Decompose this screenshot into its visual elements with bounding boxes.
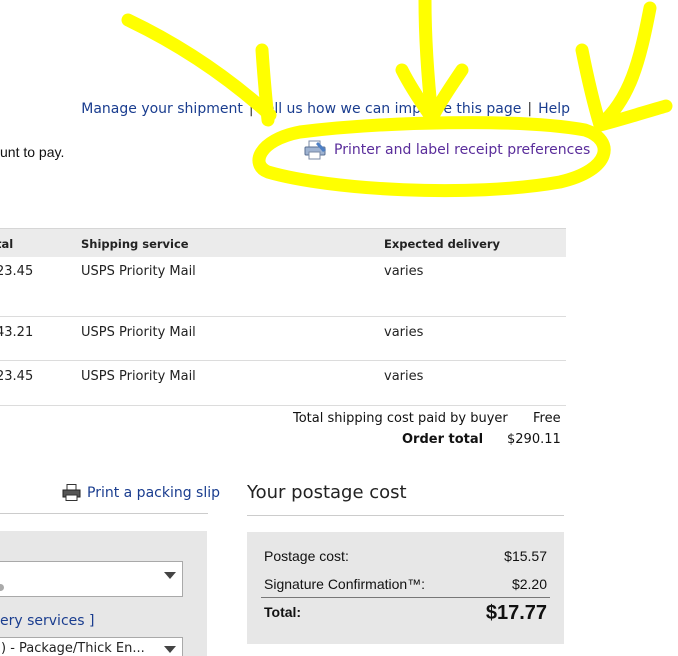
amount-to-pay-text: unt to pay. xyxy=(0,144,65,160)
total-divider xyxy=(261,597,550,598)
table-row: 23.45 USPS Priority Mail varies xyxy=(0,257,566,317)
postage-cost-title: Your postage cost xyxy=(247,482,407,503)
package-type-value: ) - Package/Thick En... xyxy=(1,641,145,656)
shipping-cost-label: Total shipping cost paid by buyer xyxy=(293,411,508,426)
row-delivery: varies xyxy=(384,325,424,340)
printer-icon xyxy=(304,140,328,160)
separator: | xyxy=(527,101,533,117)
table-row: 23.45 USPS Priority Mail varies xyxy=(0,361,566,406)
column-shipping-service: Shipping service xyxy=(81,237,189,251)
service-select[interactable] xyxy=(0,561,183,597)
row-service: USPS Priority Mail xyxy=(81,264,196,279)
postage-total-row: Total: $17.77 xyxy=(264,602,547,624)
shipments-table-header: tal Shipping service Expected delivery xyxy=(0,228,566,257)
radio-dot-icon xyxy=(0,584,4,591)
divider xyxy=(247,515,564,516)
row-service: USPS Priority Mail xyxy=(81,369,196,384)
table-row: 43.21 USPS Priority Mail varies xyxy=(0,317,566,361)
row-total: 23.45 xyxy=(0,369,34,384)
more-services-link[interactable]: ery services ] xyxy=(0,613,94,629)
order-total-label: Order total xyxy=(402,432,484,447)
postage-total-label: Total: xyxy=(264,604,302,620)
printer-icon xyxy=(62,484,82,501)
package-type-select[interactable]: ) - Package/Thick En... xyxy=(0,637,183,656)
postage-row-label: Signature Confirmation™: xyxy=(264,576,426,592)
separator: | xyxy=(248,101,254,117)
postage-cost-box: Postage cost: $15.57 Signature Confirmat… xyxy=(247,532,564,644)
row-delivery: varies xyxy=(384,264,424,279)
help-link[interactable]: Help xyxy=(538,101,570,117)
postage-row: Postage cost: $15.57 xyxy=(264,548,547,564)
print-packing-slip-label: Print a packing slip xyxy=(87,484,221,501)
row-total: 43.21 xyxy=(0,325,34,340)
row-service: USPS Priority Mail xyxy=(81,325,196,340)
postage-row-value: $15.57 xyxy=(504,548,547,564)
postage-row: Signature Confirmation™: $2.20 xyxy=(264,576,547,592)
printer-preferences-link[interactable]: Printer and label receipt preferences xyxy=(304,140,590,160)
order-total-value: $290.11 xyxy=(507,432,561,447)
chevron-down-icon xyxy=(164,646,176,653)
printer-preferences-label: Printer and label receipt preferences xyxy=(334,142,591,158)
postage-total-value: $17.77 xyxy=(485,602,547,624)
manage-shipment-link[interactable]: Manage your shipment xyxy=(81,101,243,117)
column-total: tal xyxy=(0,237,14,251)
row-delivery: varies xyxy=(384,369,424,384)
column-expected-delivery: Expected delivery xyxy=(384,237,501,251)
postage-row-value: $2.20 xyxy=(511,576,547,592)
print-packing-slip-link[interactable]: Print a packing slip xyxy=(62,484,220,501)
top-links: Manage your shipment | Tell us how we can … xyxy=(81,101,570,117)
improve-page-link[interactable]: Tell us how we can improve this page xyxy=(260,101,522,117)
chevron-down-icon xyxy=(164,572,176,579)
divider xyxy=(0,513,208,514)
shipping-cost-value: Free xyxy=(533,411,561,426)
row-total: 23.45 xyxy=(0,264,34,279)
postage-row-label: Postage cost: xyxy=(264,548,349,564)
